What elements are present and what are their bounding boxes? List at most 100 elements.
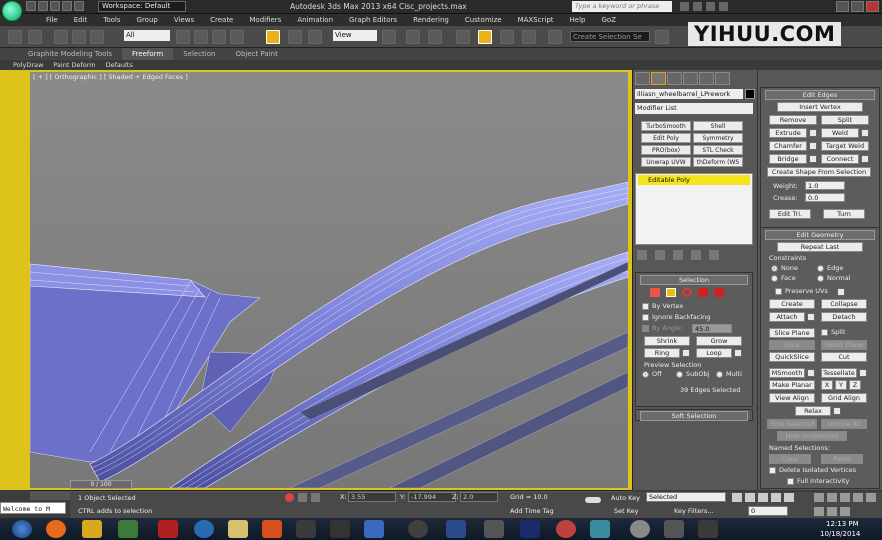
clock-date[interactable]: 10/18/2014 xyxy=(820,530,860,538)
mirror-icon[interactable] xyxy=(655,30,669,44)
weight-spinner[interactable]: 1.0 xyxy=(805,181,845,190)
auto-key-button[interactable]: Auto Key xyxy=(611,494,640,502)
snaps-toggle-icon[interactable] xyxy=(456,30,470,44)
detach-button[interactable]: Detach xyxy=(821,312,867,322)
remove-button[interactable]: Remove xyxy=(769,115,817,125)
photoshop-icon[interactable] xyxy=(520,520,540,538)
tab-freeform[interactable]: Freeform xyxy=(122,48,174,60)
file-explorer-icon[interactable] xyxy=(82,520,102,538)
crease-spinner[interactable]: 0.0 xyxy=(805,193,845,202)
select-by-name-icon[interactable] xyxy=(194,30,208,44)
soft-selection-title[interactable]: Soft Selection xyxy=(640,411,748,421)
scale-icon[interactable] xyxy=(308,30,322,44)
shell-button[interactable]: Shell xyxy=(693,121,743,131)
app-icon-7[interactable] xyxy=(664,520,684,538)
extrude-settings-icon[interactable] xyxy=(809,129,817,137)
extrude-button[interactable]: Extrude xyxy=(769,128,807,138)
preview-subobj-radio[interactable] xyxy=(676,371,683,378)
named-selection-set-dropdown[interactable]: Create Selection Se xyxy=(570,31,650,42)
display-tab-icon[interactable] xyxy=(699,72,714,85)
app-icon-8[interactable] xyxy=(698,520,718,538)
preserve-uvs-settings-icon[interactable] xyxy=(837,288,845,296)
object-name-field[interactable]: illiasn_wheelbarrel_LPrework xyxy=(635,89,743,99)
add-time-tag[interactable]: Add Time Tag xyxy=(510,507,554,515)
turn-button[interactable]: Turn xyxy=(823,209,865,219)
redo-icon[interactable] xyxy=(74,1,84,11)
utilities-tab-icon[interactable] xyxy=(715,72,730,85)
pro-box-button[interactable]: PRO(box) xyxy=(641,145,691,155)
by-angle-checkbox[interactable] xyxy=(642,325,649,332)
app-icon-5[interactable] xyxy=(556,520,576,538)
tab-object-paint[interactable]: Object Paint xyxy=(225,48,287,60)
menu-graph-editors[interactable]: Graph Editors xyxy=(341,14,405,26)
object-color-swatch[interactable] xyxy=(745,89,755,99)
chamfer-settings-icon[interactable] xyxy=(809,142,817,150)
constraint-edge-radio[interactable] xyxy=(817,265,824,272)
loop-button[interactable]: Loop xyxy=(696,348,732,358)
app-window-icon[interactable] xyxy=(296,520,316,538)
constraint-none-radio[interactable] xyxy=(771,265,778,272)
ignore-backfacing-checkbox[interactable] xyxy=(642,314,649,321)
show-end-result-icon[interactable] xyxy=(655,250,665,260)
go-to-start-icon[interactable] xyxy=(732,493,742,502)
link-icon[interactable] xyxy=(54,30,68,44)
time-slider[interactable]: 0 / 100 xyxy=(70,480,132,489)
menu-file[interactable]: File xyxy=(38,14,66,26)
menu-rendering[interactable]: Rendering xyxy=(405,14,457,26)
previous-frame-icon[interactable] xyxy=(745,493,755,502)
app-icon-3[interactable] xyxy=(408,520,428,538)
zoom-extents-icon[interactable] xyxy=(840,493,850,502)
create-tab-icon[interactable] xyxy=(635,72,650,85)
minimize-icon[interactable] xyxy=(836,1,849,12)
communication-icon[interactable] xyxy=(693,2,702,11)
app-icon-6[interactable] xyxy=(630,520,650,538)
element-level-icon[interactable] xyxy=(714,288,724,297)
percent-snap-icon[interactable] xyxy=(500,30,514,44)
unhide-all-button[interactable]: Unhide All xyxy=(821,419,867,429)
start-button-icon[interactable] xyxy=(12,520,32,538)
cut-button[interactable]: Cut xyxy=(821,352,867,362)
collapse-button[interactable]: Collapse xyxy=(821,299,867,309)
border-level-icon[interactable] xyxy=(682,288,692,297)
relax-settings-icon[interactable] xyxy=(833,407,841,415)
bridge-button[interactable]: Bridge xyxy=(769,154,807,164)
menu-edit[interactable]: Edit xyxy=(66,14,96,26)
pivot-center-icon[interactable] xyxy=(382,30,396,44)
weld-button[interactable]: Weld xyxy=(821,128,859,138)
selection-filter-dropdown[interactable]: All xyxy=(124,30,170,41)
msmooth-settings-icon[interactable] xyxy=(807,369,815,377)
weld-settings-icon[interactable] xyxy=(861,129,869,137)
select-object-icon[interactable] xyxy=(176,30,190,44)
planar-z-button[interactable]: Z xyxy=(849,380,861,390)
subtab-polydraw[interactable]: PolyDraw xyxy=(8,60,48,70)
app-icon-2[interactable] xyxy=(330,520,350,538)
edge-level-icon[interactable] xyxy=(666,288,676,297)
relax-button[interactable]: Relax xyxy=(795,406,831,416)
modifier-stack[interactable]: Editable Poly xyxy=(635,173,753,245)
key-filters-button[interactable]: Key Filters... xyxy=(674,507,714,515)
unlink-icon[interactable] xyxy=(72,30,86,44)
by-vertex-checkbox[interactable] xyxy=(642,303,649,310)
keyboard-shortcut-icon[interactable] xyxy=(428,30,442,44)
dropbox-icon[interactable] xyxy=(364,520,384,538)
full-interactivity-checkbox[interactable] xyxy=(787,478,794,485)
set-key-button[interactable]: Set Key xyxy=(614,507,639,515)
subtab-defaults[interactable]: Defaults xyxy=(101,60,138,70)
edit-poly-button[interactable]: Edit Poly xyxy=(641,133,691,143)
save-file-icon[interactable] xyxy=(50,1,60,11)
tessellate-button[interactable]: Tessellate xyxy=(821,368,857,378)
hide-selected-button[interactable]: Hide Selected xyxy=(767,419,817,429)
help-icon[interactable] xyxy=(719,2,728,11)
menu-maxscript[interactable]: MAXScript xyxy=(510,14,562,26)
viewport[interactable]: [ + ] [ Orthographic ] [ Shaded + Edged … xyxy=(30,72,628,488)
select-manipulate-icon[interactable] xyxy=(406,30,420,44)
stack-item-editable-poly[interactable]: Editable Poly xyxy=(638,175,750,185)
symmetry-button[interactable]: Symmetry xyxy=(693,133,743,143)
planar-y-button[interactable]: Y xyxy=(835,380,847,390)
hide-unselected-button[interactable]: Hide Unselected xyxy=(777,431,847,441)
chamfer-button[interactable]: Chamfer xyxy=(769,141,807,151)
delete-isolated-checkbox[interactable] xyxy=(769,467,776,474)
attach-settings-icon[interactable] xyxy=(807,313,815,321)
workspace-dropdown[interactable]: Workspace: Default xyxy=(98,1,186,12)
angle-snap-icon[interactable] xyxy=(478,30,492,44)
